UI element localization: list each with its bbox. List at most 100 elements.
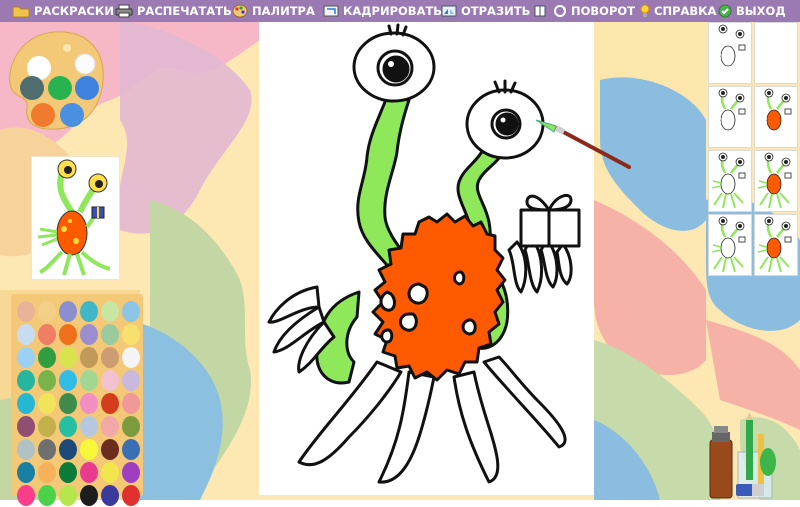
color-swatch[interactable] [122,301,140,322]
menu-item-print[interactable]: РАСПЕЧАТАТЬ [115,0,232,22]
color-swatch[interactable] [17,485,35,506]
paint-jar-icon[interactable] [709,439,733,499]
color-swatch[interactable] [17,324,35,345]
menu-item-palette[interactable]: ПАЛИТРА [232,0,315,22]
drawing-canvas[interactable] [259,22,631,495]
board-color-3[interactable] [75,76,99,100]
menu-item-colorings[interactable]: РАСКРАСКИ [12,0,114,22]
color-preview [31,156,120,280]
preview-monster [37,159,111,276]
color-swatch[interactable] [38,301,56,322]
menu-item-rotate[interactable]: ПОВОРОТ [553,0,635,22]
color-swatch[interactable] [59,347,77,368]
color-swatch[interactable] [38,416,56,437]
color-swatch[interactable] [80,485,98,506]
color-swatch[interactable] [122,324,140,345]
color-swatch[interactable] [38,462,56,483]
color-swatch[interactable] [17,416,35,437]
color-swatch[interactable] [38,485,56,506]
coloring-thumbnail[interactable] [754,22,798,84]
color-swatch[interactable] [101,485,119,506]
color-swatch[interactable] [59,439,77,460]
color-swatch[interactable] [59,301,77,322]
color-swatch-panel [11,294,143,506]
menu-item-label: ПОВОРОТ [571,4,635,18]
color-swatch[interactable] [80,301,98,322]
color-swatch[interactable] [101,347,119,368]
color-swatch[interactable] [101,462,119,483]
color-swatch[interactable] [38,324,56,345]
color-swatch[interactable] [122,370,140,391]
menu-item-crop[interactable]: КАДРИРОВАТЬ [323,0,442,22]
color-swatch[interactable] [80,370,98,391]
color-swatch[interactable] [122,485,140,506]
color-swatch[interactable] [101,301,119,322]
color-swatch[interactable] [101,439,119,460]
color-swatch[interactable] [59,462,77,483]
menu-item-label: ОТРАЗИТЬ [461,4,531,18]
board-color-4[interactable] [31,103,55,127]
brush-cursor-icon [535,119,631,169]
color-swatch[interactable] [101,324,119,345]
color-swatch[interactable] [59,485,77,506]
color-swatch[interactable] [17,462,35,483]
color-swatch[interactable] [122,439,140,460]
coloring-thumbnail[interactable] [708,150,752,212]
color-swatch[interactable] [38,393,56,414]
color-swatch[interactable] [80,347,98,368]
color-swatch[interactable] [17,393,35,414]
color-swatch[interactable] [101,393,119,414]
mirror-small-icon [534,5,546,17]
palette-board [9,31,104,130]
color-swatch[interactable] [59,324,77,345]
menu-item-exit[interactable]: ВЫХОД [718,0,786,22]
monster-drawing [267,23,581,484]
color-swatch[interactable] [122,393,140,414]
coloring-thumbnail[interactable] [708,22,752,84]
pencil-icon[interactable] [746,420,753,480]
coloring-thumbnail[interactable] [754,150,798,212]
board-color-2[interactable] [48,76,72,100]
color-swatch[interactable] [122,347,140,368]
color-swatch[interactable] [80,324,98,345]
color-swatch[interactable] [38,370,56,391]
color-swatch[interactable] [80,416,98,437]
folder-icon [12,6,30,18]
crop-icon [323,5,339,17]
color-swatch[interactable] [38,439,56,460]
board-color-5[interactable] [20,76,44,100]
color-swatch[interactable] [38,347,56,368]
menu-item-help[interactable]: СПРАВКА [640,0,716,22]
swatch-grid [16,300,142,507]
coloring-thumbnail[interactable] [708,86,752,148]
palette-icon [232,4,248,18]
menu-item-label: ПАЛИТРА [252,4,315,18]
color-swatch[interactable] [80,439,98,460]
board-color-6[interactable] [60,103,84,127]
color-swatch[interactable] [17,347,35,368]
coloring-thumbnail[interactable] [754,86,798,148]
menu-item-mirror[interactable]: ОТРАЗИТЬ [441,0,546,22]
color-swatch[interactable] [101,370,119,391]
color-swatch[interactable] [80,393,98,414]
color-swatch[interactable] [17,439,35,460]
color-swatch[interactable] [101,416,119,437]
menu-item-label: КАДРИРОВАТЬ [343,4,443,18]
color-swatch[interactable] [122,462,140,483]
exit-icon [718,4,732,18]
color-swatch[interactable] [17,301,35,322]
color-swatch[interactable] [80,462,98,483]
color-swatch[interactable] [59,393,77,414]
art-supplies [709,412,776,499]
color-swatch[interactable] [59,370,77,391]
color-swatch[interactable] [17,370,35,391]
color-swatch[interactable] [59,416,77,437]
menu-item-label: СПРАВКА [654,4,717,18]
color-swatch[interactable] [122,416,140,437]
menu-item-label: РАСКРАСКИ [34,4,114,18]
rotate-icon [554,5,566,17]
menu-item-label: ВЫХОД [736,4,786,18]
coloring-thumbnail[interactable] [708,214,752,276]
coloring-thumbnail[interactable] [754,214,798,276]
mirror-icon [441,5,457,17]
